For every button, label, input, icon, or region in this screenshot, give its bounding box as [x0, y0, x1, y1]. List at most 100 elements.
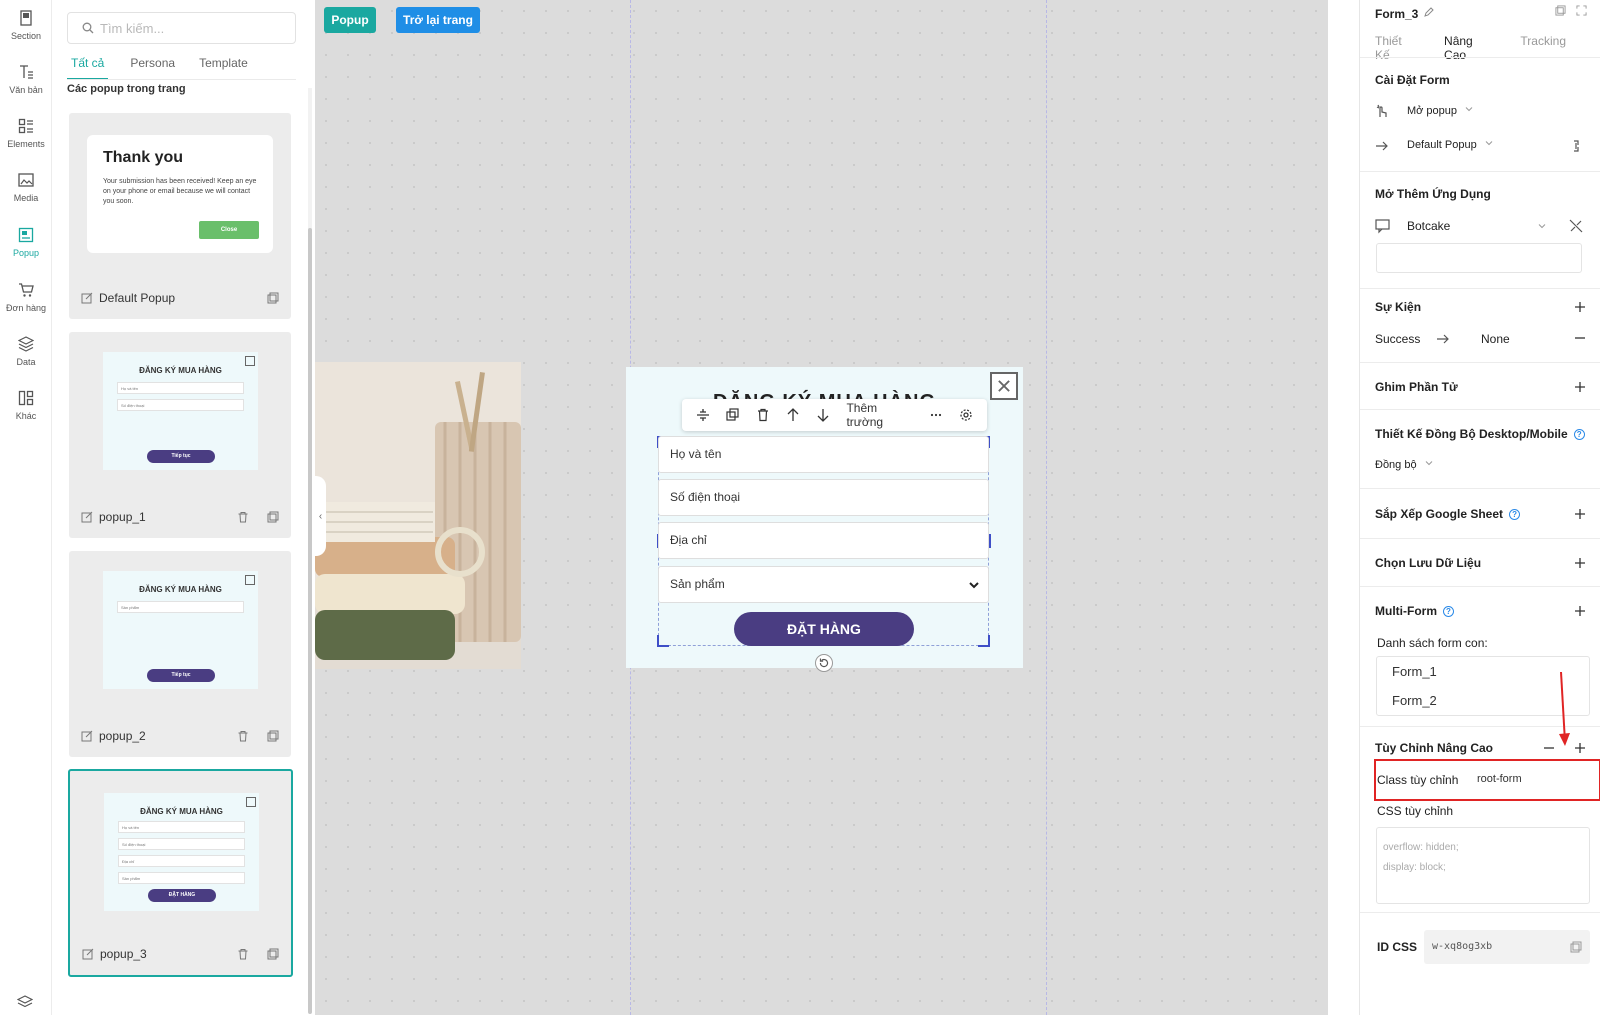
- duplicate-icon[interactable]: [267, 730, 279, 742]
- product-select[interactable]: Sản phẩm: [658, 566, 989, 603]
- subform-list-label: Danh sách form con:: [1377, 636, 1488, 650]
- duplicate-icon[interactable]: [267, 948, 279, 960]
- duplicate-button[interactable]: [718, 399, 748, 431]
- custom-class-label: Class tùy chỉnh: [1377, 773, 1459, 787]
- name-field[interactable]: Họ và tên: [658, 436, 989, 473]
- move-down-button[interactable]: [808, 399, 838, 431]
- edit-icon[interactable]: [81, 292, 93, 304]
- plus-icon[interactable]: [1574, 742, 1586, 754]
- edit-icon[interactable]: [81, 511, 93, 523]
- close-icon: [998, 380, 1010, 392]
- sync-value: Đồng bộ: [1375, 459, 1417, 471]
- guide-line: [1046, 0, 1047, 1015]
- divider: [1360, 538, 1600, 539]
- multi-form-title: Multi-Form?: [1375, 604, 1454, 618]
- resize-handle[interactable]: [978, 635, 990, 647]
- tab-all[interactable]: Tất cả: [67, 56, 109, 80]
- action-select[interactable]: Mở popup: [1407, 105, 1473, 117]
- order-button[interactable]: ĐẶT HÀNG: [734, 612, 914, 646]
- sync-title-text: Thiết Kế Đồng Bộ Desktop/Mobile: [1375, 427, 1568, 441]
- divider: [1360, 586, 1600, 587]
- popup-card-3[interactable]: ĐĂNG KÝ MUA HÀNG Họ và tên Số điện thoại…: [68, 769, 293, 977]
- minus-icon[interactable]: [1574, 332, 1586, 344]
- app-name: Botcake: [1407, 219, 1451, 233]
- popup-card-2[interactable]: ĐĂNG KÝ MUA HÀNG Sản phẩm Tiếp tục popup…: [69, 551, 291, 757]
- custom-css-textarea[interactable]: overflow: hidden; display: block;: [1376, 827, 1590, 904]
- popup-mode-button[interactable]: Popup: [324, 7, 376, 33]
- tab-template[interactable]: Template: [197, 56, 250, 80]
- link-icon[interactable]: [1569, 139, 1583, 153]
- form-name[interactable]: Form_3: [1375, 7, 1418, 21]
- rail-item-media[interactable]: Media: [0, 172, 52, 203]
- duplicate-icon[interactable]: [267, 292, 279, 304]
- arrow-up-icon: [787, 408, 799, 421]
- rail-item-section[interactable]: Section: [0, 10, 52, 41]
- search-input[interactable]: Tìm kiếm...: [67, 12, 296, 44]
- thumb-field: Sản phẩm: [117, 601, 244, 613]
- id-css-field[interactable]: w-xq8og3xb: [1424, 930, 1590, 964]
- help-icon[interactable]: ?: [1509, 509, 1521, 520]
- chevron-down-icon[interactable]: [1538, 222, 1546, 230]
- editor-canvas[interactable]: Popup Trở lại trang ‹ ĐĂNG KÝ MUA HÀNG H…: [315, 0, 1328, 1015]
- rail-item-orders[interactable]: Đơn hàng: [0, 282, 52, 313]
- more-button[interactable]: [921, 399, 951, 431]
- plus-icon[interactable]: [1574, 605, 1586, 617]
- delete-button[interactable]: [748, 399, 778, 431]
- rail-label: Elements: [7, 139, 45, 149]
- help-icon[interactable]: ?: [1573, 429, 1585, 440]
- rail-label: Văn bản: [9, 85, 43, 95]
- help-icon[interactable]: ?: [1443, 606, 1454, 617]
- popup-card-default[interactable]: Thank you Your submission has been recei…: [69, 113, 291, 319]
- plus-icon[interactable]: [1574, 557, 1586, 569]
- rail-item-popup[interactable]: Popup: [0, 227, 52, 258]
- edit-icon[interactable]: [82, 948, 94, 960]
- popup-close-button[interactable]: [990, 372, 1018, 400]
- rotate-handle[interactable]: [815, 654, 833, 672]
- scrollbar-thumb[interactable]: [308, 228, 312, 1014]
- close-icon: [245, 575, 255, 585]
- trash-icon[interactable]: [237, 511, 249, 523]
- settings-button[interactable]: [951, 399, 981, 431]
- rail-item-other[interactable]: Khác: [0, 390, 52, 421]
- trash-icon[interactable]: [237, 730, 249, 742]
- event-action[interactable]: None: [1481, 332, 1510, 346]
- thumb-field: Số điện thoại: [118, 838, 245, 850]
- arrow-down-icon: [817, 409, 829, 422]
- events-title: Sự Kiện: [1375, 300, 1422, 314]
- plus-icon[interactable]: [1574, 301, 1586, 313]
- move-up-button[interactable]: [778, 399, 808, 431]
- duplicate-icon[interactable]: [1555, 5, 1566, 16]
- divider: [1360, 912, 1600, 913]
- trash-icon[interactable]: [237, 948, 249, 960]
- plus-icon[interactable]: [1574, 508, 1586, 520]
- layers-icon[interactable]: [17, 994, 33, 1010]
- popup-select[interactable]: Default Popup: [1407, 139, 1493, 151]
- collapse-panel-button[interactable]: ‹: [315, 476, 326, 556]
- popup-card-name: popup_3: [100, 947, 147, 961]
- plus-icon[interactable]: [1574, 381, 1586, 393]
- add-field-button[interactable]: Thêm trường: [838, 401, 920, 429]
- duplicate-icon[interactable]: [267, 511, 279, 523]
- phone-field[interactable]: Số điện thoại: [658, 479, 989, 516]
- address-field[interactable]: Địa chỉ: [658, 522, 989, 559]
- custom-class-input[interactable]: root-form: [1471, 765, 1591, 795]
- rail-label: Khác: [15, 411, 37, 421]
- popup-card-1[interactable]: ĐĂNG KÝ MUA HÀNG Họ và tên Số điện thoại…: [69, 332, 291, 538]
- unlink-icon[interactable]: [1569, 219, 1583, 233]
- sync-select[interactable]: Đồng bộ: [1375, 459, 1433, 471]
- popup-icon: [18, 227, 34, 243]
- expand-icon[interactable]: [1576, 5, 1587, 16]
- rail-item-data[interactable]: Data: [0, 336, 52, 367]
- tab-persona[interactable]: Persona: [128, 56, 177, 80]
- rail-item-elements[interactable]: Elements: [0, 118, 52, 149]
- edit-icon[interactable]: [81, 730, 93, 742]
- pencil-icon[interactable]: [1423, 6, 1435, 18]
- copy-icon[interactable]: [1570, 941, 1582, 953]
- back-to-page-button[interactable]: Trở lại trang: [396, 7, 480, 33]
- popup-preview[interactable]: ĐĂNG KÝ MUA HÀNG Họ và tên Số điện thoại…: [626, 367, 1023, 672]
- app-input[interactable]: [1376, 243, 1582, 273]
- rail-label: Đơn hàng: [6, 303, 46, 313]
- rail-item-text[interactable]: Văn bản: [0, 64, 52, 95]
- resize-handle[interactable]: [657, 635, 669, 647]
- align-button[interactable]: [688, 399, 718, 431]
